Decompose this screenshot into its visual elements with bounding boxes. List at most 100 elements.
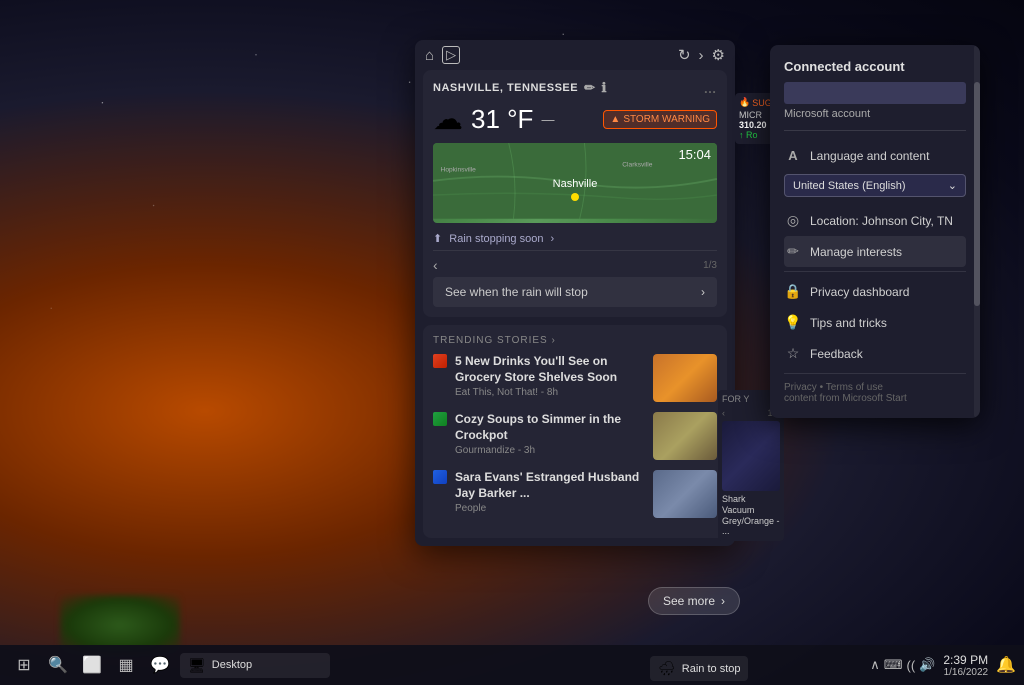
story-item-2[interactable]: Cozy Soups to Simmer in the Crockpot Gou… (433, 412, 717, 460)
settings-panel-title: Connected account (784, 59, 966, 74)
settings-tips-item[interactable]: 💡 Tips and tricks (784, 307, 966, 338)
footer-content-text: content from Microsoft Start (784, 393, 966, 404)
story-item-1[interactable]: 5 New Drinks You'll See on Grocery Store… (433, 354, 717, 402)
dropdown-chevron-icon: ⌄ (948, 179, 957, 192)
clock-date: 1/16/2022 (943, 667, 988, 678)
settings-language-item[interactable]: A Language and content (784, 141, 966, 170)
story-1-title: 5 New Drinks You'll See on Grocery Store… (455, 354, 645, 385)
chat-icon[interactable]: 💬 (144, 649, 176, 681)
language-dropdown[interactable]: United States (English) ⌄ (784, 174, 966, 197)
tray-keyboard-icon[interactable]: ⌨ (884, 657, 903, 673)
play-icon[interactable]: ▷ (442, 46, 460, 64)
rain-task-label: Rain to stop (682, 663, 741, 675)
tray-wifi-icon[interactable]: (( (907, 658, 916, 673)
temp-value: 31 °F (471, 104, 533, 135)
map-time: 15:04 (678, 147, 711, 162)
settings-manage-interests-item[interactable]: ✏ Manage interests (784, 236, 966, 267)
tray-volume-icon[interactable]: 🔊 (919, 657, 935, 673)
map-dot (571, 193, 579, 201)
language-icon: A (784, 148, 802, 163)
footer-terms-link[interactable]: Terms of use (826, 382, 883, 393)
see-more-button[interactable]: See more › (648, 587, 740, 615)
settings-ms-account-label[interactable]: Microsoft account (784, 108, 966, 131)
feedback-icon: ☆ (784, 345, 802, 362)
privacy-dashboard-label: Privacy dashboard (810, 285, 909, 299)
story-2-source-icon (433, 412, 447, 426)
home-icon[interactable]: ⌂ (425, 47, 434, 64)
story-3-source: People (455, 503, 645, 514)
story-2-time: 3h (524, 445, 535, 456)
settings-feedback-item[interactable]: ☆ Feedback (784, 338, 966, 369)
taskbar-left: ⊞ 🔍 ⬜ ▦ 💬 (8, 649, 176, 681)
story-3-title: Sara Evans' Estranged Husband Jay Barker… (455, 470, 645, 501)
story-3-thumb (653, 470, 717, 518)
tray-icons: ∧ ⌨ (( 🔊 (870, 657, 935, 673)
weather-alert: ▲ STORM WARNING (603, 110, 717, 129)
footer-privacy-link[interactable]: Privacy (784, 382, 817, 393)
taskbar: ⊞ 🔍 ⬜ ▦ 💬 🖥 Desktop 🌧 Rain to stop ∧ ⌨ (… (0, 645, 1024, 685)
taskbar-app-desktop[interactable]: 🖥 Desktop (180, 653, 330, 678)
nav-counter: 1/3 (703, 260, 717, 271)
story-1-time: 8h (547, 387, 558, 398)
story-1-thumb (653, 354, 717, 402)
nav-prev[interactable]: ‹ (433, 257, 438, 273)
weather-nav: ‹ 1/3 (433, 257, 717, 273)
alert-icon: ▲ (610, 114, 620, 125)
taskbar-right: ∧ ⌨ (( 🔊 2:39 PM 1/16/2022 🔔 (870, 653, 1016, 678)
language-label: Language and content (810, 149, 929, 163)
story-2-title: Cozy Soups to Simmer in the Crockpot (455, 412, 645, 443)
taskbar-center: 🖥 Desktop (180, 653, 866, 678)
location-label: Location: Johnson City, TN (810, 214, 953, 228)
rain-icon: 🌧 (658, 660, 676, 677)
privacy-dashboard-icon: 🔒 (784, 283, 802, 300)
location-text: NASHVILLE, TENNESSEE (433, 82, 578, 94)
weather-see-when-cta[interactable]: See when the rain will stop › (433, 277, 717, 307)
foryou-image (722, 421, 780, 491)
weather-card: NASHVILLE, TENNESSEE ✏ ℹ … ☁ 31 °F — ▲ S… (423, 70, 727, 317)
tray-caret-icon[interactable]: ∧ (870, 657, 880, 673)
search-taskbar-icon[interactable]: 🔍 (42, 649, 74, 681)
weather-location: NASHVILLE, TENNESSEE ✏ ℹ … (433, 80, 717, 96)
refresh-icon[interactable]: ↻ (678, 46, 691, 64)
trending-card: TRENDING STORIES › 5 New Drinks You'll S… (423, 325, 727, 538)
rain-label: Rain stopping soon (449, 233, 543, 245)
location-icon: ◎ (784, 212, 802, 229)
settings-footer: Privacy • Terms of use content from Micr… (784, 382, 966, 404)
taskbar-app-rain[interactable]: 🌧 Rain to stop (650, 656, 748, 681)
story-1-source-icon (433, 354, 447, 368)
settings-privacy-dashboard-item[interactable]: 🔒 Privacy dashboard (784, 276, 966, 307)
story-2-source-name: Gourmandize (455, 445, 515, 456)
task-view-icon[interactable]: ⬜ (76, 649, 108, 681)
trending-header[interactable]: TRENDING STORIES › (433, 335, 717, 346)
settings-location-item[interactable]: ◎ Location: Johnson City, TN (784, 205, 966, 236)
map-city: Nashville (553, 178, 598, 190)
settings-scrollbar[interactable] (974, 45, 980, 418)
settings-scrollbar-thumb (974, 82, 980, 306)
cta-label: See when the rain will stop (445, 285, 588, 299)
widgets-icon[interactable]: ▦ (110, 649, 142, 681)
manage-interests-label: Manage interests (810, 245, 902, 259)
weather-temp: ☁ 31 °F — (433, 102, 554, 137)
rain-task: 🌧 Rain to stop (650, 656, 748, 681)
desktop-icon: 🖥 (188, 657, 206, 674)
weather-map: Hopkinsville Clarksville 15:04 Nashville (433, 143, 717, 223)
settings-dropdown-row: United States (English) ⌄ (784, 170, 966, 205)
news-feed-panel: ⌂ ▷ ↻ › ⚙ NASHVILLE, TENNESSEE ✏ ℹ … ☁ 3… (415, 40, 735, 546)
weather-rain-cta[interactable]: ⬆ Rain stopping soon › (433, 227, 717, 251)
settings-panel: Connected account Microsoft account A La… (770, 45, 980, 418)
clock[interactable]: 2:39 PM 1/16/2022 (943, 653, 988, 678)
settings-icon[interactable]: ⚙ (712, 46, 725, 64)
tips-icon: 💡 (784, 314, 802, 331)
notification-center-icon[interactable]: 🔔 (996, 655, 1016, 675)
start-button[interactable]: ⊞ (8, 649, 40, 681)
language-dropdown-value: United States (English) (793, 180, 906, 192)
story-1-source-name: Eat This, Not That! (455, 387, 538, 398)
cta-arrow: › (701, 285, 705, 299)
story-item-3[interactable]: Sara Evans' Estranged Husband Jay Barker… (433, 470, 717, 518)
forward-icon[interactable]: › (699, 47, 704, 64)
svg-text:Hopkinsville: Hopkinsville (441, 166, 477, 173)
trending-header-text: TRENDING STORIES › (433, 335, 556, 346)
alert-label: STORM WARNING (623, 114, 710, 125)
foryou-prev[interactable]: ‹ (722, 408, 725, 418)
settings-account-bar (784, 82, 966, 104)
